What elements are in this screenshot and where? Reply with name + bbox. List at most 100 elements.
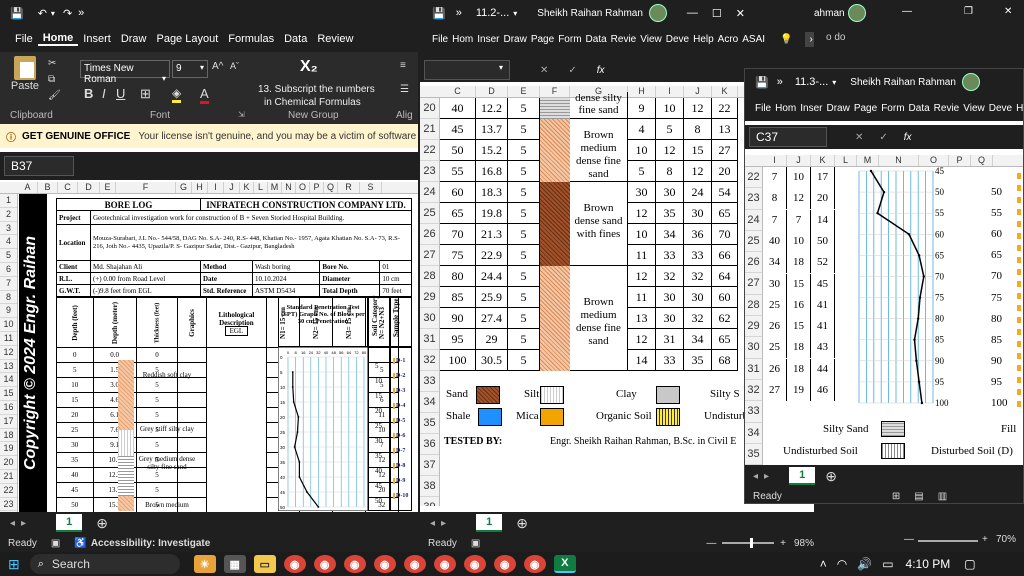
table-cell[interactable]: 10 — [56, 377, 94, 393]
excel-taskbar-icon[interactable]: X — [553, 555, 576, 573]
table-cell[interactable]: 44 — [811, 358, 835, 380]
table-cell[interactable]: 34 — [684, 329, 712, 350]
row-header[interactable]: 30 — [745, 337, 762, 359]
close-icon[interactable]: ✕ — [736, 7, 745, 20]
align-center-icon[interactable]: ≡ — [400, 60, 406, 71]
tab-draw[interactable]: Draw — [116, 33, 152, 45]
chrome-icon-7[interactable]: ◉ — [463, 555, 486, 573]
tab-home[interactable]: Home — [37, 32, 79, 46]
chrome-icon-1[interactable]: ◉ — [283, 555, 306, 573]
column-header[interactable]: I — [763, 155, 787, 166]
tab-asai[interactable]: ASAI — [740, 34, 767, 45]
column-header[interactable]: J — [787, 155, 811, 166]
tab-page[interactable]: Page — [529, 34, 556, 45]
row-header[interactable]: 5 — [0, 249, 17, 263]
column-header[interactable]: H — [192, 182, 208, 193]
save-icon[interactable]: 💾 — [755, 76, 769, 89]
row-header[interactable]: 28 — [420, 266, 439, 287]
prev-sheet-icon[interactable]: ◂ — [10, 518, 15, 529]
table-cell[interactable]: 5 — [508, 224, 540, 245]
row-header[interactable]: 23 — [0, 498, 17, 512]
table-cell[interactable]: 60 — [712, 287, 738, 308]
table-cell[interactable]: 12.2 — [476, 98, 508, 119]
table-cell[interactable]: 15 — [787, 316, 811, 338]
redo-icon[interactable]: ↷ — [63, 7, 72, 20]
table-cell[interactable]: 12 — [628, 266, 656, 287]
table-cell[interactable]: 5 — [628, 161, 656, 182]
table-cell[interactable]: 11 — [628, 245, 656, 266]
table-cell[interactable]: 17 — [811, 167, 835, 188]
row-header[interactable]: 3 — [0, 222, 17, 236]
graphics-cell[interactable] — [177, 392, 207, 408]
litho-cell[interactable] — [205, 347, 267, 363]
table-cell[interactable]: 45 — [811, 273, 835, 295]
table-cell[interactable]: 25 — [56, 422, 94, 438]
table-cell[interactable]: 54 — [712, 182, 738, 203]
table-cell[interactable]: 65 — [440, 203, 476, 224]
table-cell[interactable]: 30 — [763, 273, 787, 295]
table-cell[interactable]: 20 — [56, 407, 94, 423]
row-header[interactable]: 23 — [745, 188, 762, 210]
table-cell[interactable]: 35 — [656, 203, 684, 224]
chrome-icon-5[interactable]: ◉ — [403, 555, 426, 573]
paste-button[interactable]: Paste — [8, 56, 42, 92]
column-header[interactable]: H — [628, 86, 656, 97]
dialog-launcher-icon[interactable]: ⇲ — [238, 110, 245, 119]
name-box[interactable]: B37 — [4, 156, 74, 176]
table-cell[interactable]: 68 — [712, 350, 738, 371]
table-cell[interactable]: 8 — [656, 161, 684, 182]
table-cell[interactable]: 5 — [656, 119, 684, 140]
row-header[interactable]: 20 — [420, 98, 439, 119]
column-header[interactable]: Q — [971, 155, 993, 166]
row-header[interactable]: 27 — [420, 245, 439, 266]
zoom-level[interactable]: 98% — [794, 538, 814, 549]
table-cell[interactable]: 60 — [440, 182, 476, 203]
row-header[interactable]: 21 — [0, 470, 17, 484]
normal-view-icon[interactable]: ⊞ — [892, 491, 900, 502]
row-header[interactable]: 20 — [0, 456, 17, 470]
column-header[interactable]: F — [116, 182, 176, 193]
row-header[interactable]: 38 — [420, 476, 439, 497]
table-cell[interactable]: 90 — [440, 308, 476, 329]
tab-data[interactable]: Data — [584, 34, 609, 45]
table-cell[interactable]: 20 — [712, 161, 738, 182]
table-cell[interactable]: 80 — [440, 266, 476, 287]
tab-hom[interactable]: Hom — [450, 34, 475, 45]
column-header[interactable]: N — [879, 155, 919, 166]
column-header[interactable]: P — [949, 155, 971, 166]
table-cell[interactable]: 40 — [440, 98, 476, 119]
column-header[interactable]: N — [282, 182, 296, 193]
table-cell[interactable]: 27 — [712, 140, 738, 161]
next-sheet-icon[interactable]: ▸ — [441, 518, 446, 529]
table-cell[interactable]: 50 — [56, 497, 94, 512]
zoom-out-icon[interactable]: — — [904, 534, 914, 545]
row-header[interactable]: 39 — [420, 497, 439, 506]
row-header[interactable]: 30 — [420, 308, 439, 329]
table-cell[interactable]: 5 — [508, 182, 540, 203]
row-header[interactable]: 2 — [0, 208, 17, 222]
tab-help[interactable]: Help — [691, 34, 716, 45]
chevron-down-icon[interactable]: ▾ — [832, 78, 836, 87]
column-header[interactable]: I — [208, 182, 224, 193]
row-header[interactable]: 17 — [0, 415, 17, 429]
battery-icon[interactable]: ▭ — [882, 557, 893, 571]
taskbar-search-box[interactable]: ⌕ Search — [29, 554, 180, 574]
table-cell[interactable]: 30 — [628, 182, 656, 203]
tab-inser[interactable]: Inser — [475, 34, 501, 45]
maximize-icon[interactable]: ☐ — [712, 7, 722, 20]
prev-sheet-icon[interactable]: ◂ — [430, 518, 435, 529]
litho-cell[interactable] — [205, 392, 267, 408]
tab-file[interactable]: File — [10, 33, 38, 45]
zoom-slider[interactable] — [918, 540, 978, 542]
tab-insert[interactable]: Insert — [78, 33, 116, 45]
litho-cell[interactable] — [205, 467, 267, 483]
tab-formulas[interactable]: Formulas — [223, 33, 279, 45]
tab-form[interactable]: Form — [879, 103, 906, 114]
column-header[interactable]: J — [684, 86, 712, 97]
save-icon[interactable]: 💾 — [10, 7, 24, 20]
table-cell[interactable]: 70 — [440, 224, 476, 245]
sheet-tab-1[interactable]: 1 — [476, 514, 503, 532]
column-header[interactable]: D — [78, 182, 100, 193]
column-header[interactable]: M — [268, 182, 282, 193]
table-cell[interactable]: 41 — [811, 294, 835, 316]
